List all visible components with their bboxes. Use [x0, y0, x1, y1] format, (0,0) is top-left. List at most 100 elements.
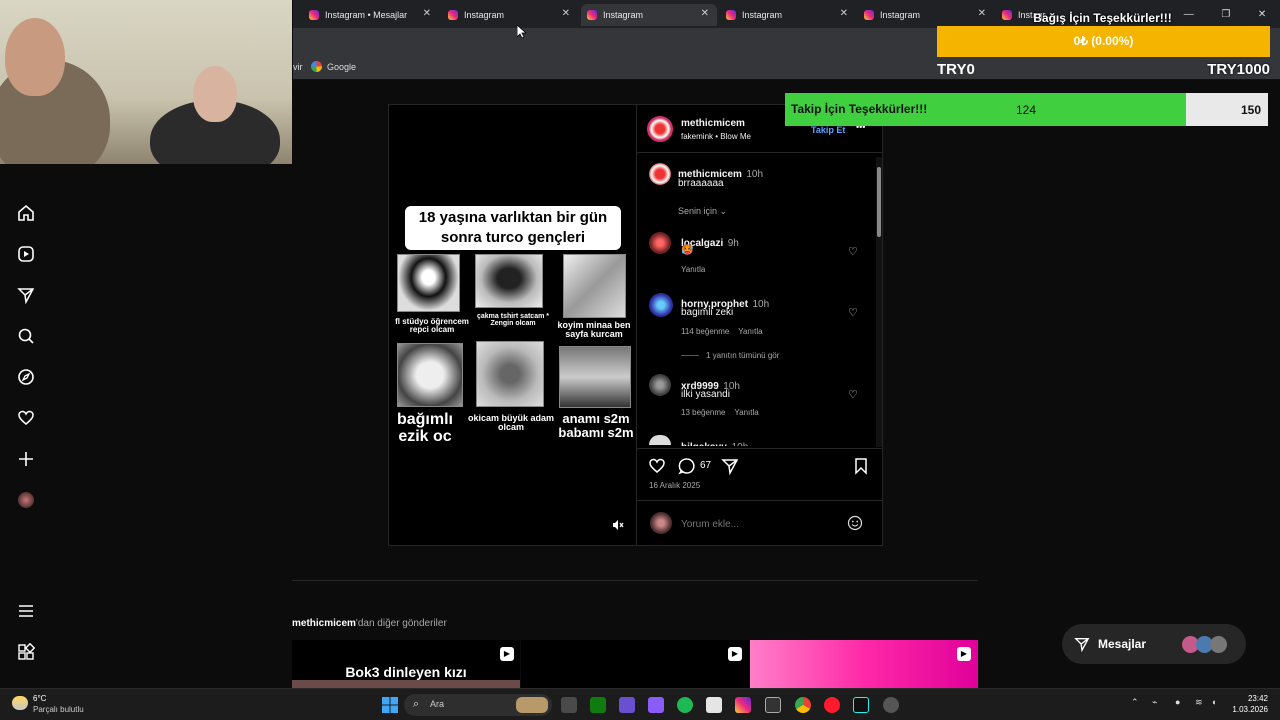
caption-avatar[interactable]	[649, 163, 671, 185]
m365-icon[interactable]	[619, 697, 635, 713]
close-tab-icon[interactable]: ✕	[423, 8, 431, 19]
emoji-icon[interactable]	[847, 515, 863, 536]
instagram-sidebar	[0, 164, 52, 688]
tab-instagram-4[interactable]: Instagram ✕	[720, 4, 856, 26]
comment-avatar[interactable]	[649, 435, 671, 445]
follow-button[interactable]: Takip Et	[811, 125, 845, 135]
comment-avatar[interactable]	[649, 374, 671, 396]
instagram-icon	[726, 10, 736, 20]
view-replies-button[interactable]: 1 yanıtın tümünü gör	[706, 351, 779, 360]
close-tab-icon[interactable]: ✕	[562, 8, 570, 19]
comment-avatar[interactable]	[649, 293, 673, 317]
likes-count[interactable]: 114 beğenme	[681, 327, 729, 336]
comment-heart-icon[interactable]: ♡	[848, 388, 860, 401]
tab-instagram-messages[interactable]: Instagram • Mesajlar ✕	[303, 4, 439, 26]
author-username[interactable]: methicmicem	[681, 118, 745, 129]
comment-username[interactable]: bilgekayu	[681, 442, 727, 446]
tab-instagram-active[interactable]: Instagram ✕	[581, 4, 717, 26]
task-view-icon[interactable]	[561, 697, 577, 713]
explore-icon[interactable]	[17, 368, 35, 386]
comment-avatar[interactable]	[649, 232, 671, 254]
instagram-app-icon[interactable]	[735, 697, 751, 713]
follow-current: 124	[1015, 103, 1037, 117]
mute-icon[interactable]	[610, 519, 626, 535]
tray-wifi-icon[interactable]: ≋	[1195, 697, 1203, 708]
post-thumbnail[interactable]: ▶ Bok3 dinleyen kızı	[292, 640, 520, 688]
header-divider	[637, 152, 883, 153]
create-icon[interactable]	[17, 450, 35, 468]
post-media[interactable]: 18 yaşına varlıktan bir gün sonra turco …	[389, 105, 636, 545]
close-tab-icon[interactable]: ✕	[840, 8, 848, 19]
tab-instagram-2[interactable]: Instagram ✕	[442, 4, 578, 26]
opera-icon[interactable]	[824, 697, 840, 713]
reply-button[interactable]: Yanıtla	[734, 408, 758, 417]
comment-icon[interactable]	[678, 457, 696, 480]
bookmark-google[interactable]: Google	[311, 61, 356, 72]
meme-caption-5: okicam büyük adam olcam	[467, 413, 555, 433]
close-tab-icon[interactable]: ✕	[701, 8, 709, 19]
start-icon[interactable]	[382, 697, 398, 718]
meme-image-2	[475, 254, 543, 308]
audio-artist: fakemink	[681, 132, 714, 141]
maximize-icon[interactable]: ❐	[1221, 9, 1230, 20]
reels-icon[interactable]	[17, 245, 35, 263]
author-avatar[interactable]	[647, 116, 673, 142]
post-thumbnail[interactable]: ▶	[750, 640, 978, 688]
webcam-overlay	[0, 0, 292, 164]
profile-avatar[interactable]	[17, 491, 35, 509]
weather-icon[interactable]	[12, 696, 28, 710]
tab-instagram-5[interactable]: Instagram ✕	[858, 4, 994, 26]
copilot-icon[interactable]	[648, 697, 664, 713]
comment-heart-icon[interactable]: ♡	[848, 245, 860, 258]
store-icon[interactable]	[706, 697, 722, 713]
chrome-icon[interactable]	[795, 697, 811, 713]
search-highlight-icon	[516, 697, 548, 713]
tray-volume-icon[interactable]: ◖	[1211, 697, 1216, 707]
share-icon[interactable]	[721, 457, 739, 480]
tray-network-icon[interactable]: ⌁	[1152, 697, 1157, 708]
taskbar-search[interactable]: ⌕ Ara	[404, 694, 552, 716]
caption-time: 10h	[746, 169, 764, 180]
meme-image-5	[476, 341, 544, 407]
tray-mic-icon[interactable]: ●	[1175, 697, 1180, 707]
menu-icon[interactable]	[17, 602, 35, 620]
scrollbar-thumb[interactable]	[877, 167, 881, 237]
comment-text: 🥵	[681, 245, 694, 256]
send-icon[interactable]	[17, 286, 35, 304]
apps-icon[interactable]	[17, 643, 35, 661]
meme-caption-6: anamı s2m babamı s2m	[558, 411, 634, 440]
comment-input[interactable]	[681, 517, 831, 531]
input-divider	[637, 500, 883, 501]
save-icon[interactable]	[853, 457, 869, 480]
reply-button[interactable]: Yanıtla	[681, 265, 705, 274]
reel-icon: ▶	[728, 647, 742, 661]
post-thumbnail[interactable]: ▶	[521, 640, 749, 688]
likes-count[interactable]: 13 beğenme	[681, 408, 725, 417]
donation-amount: 0₺ (0.00%)	[1073, 34, 1134, 48]
tiktok-icon[interactable]	[853, 697, 869, 713]
reply-button[interactable]: Yanıtla	[738, 327, 762, 336]
weather-temp[interactable]: 6°C	[33, 694, 46, 703]
comment-heart-icon[interactable]: ♡	[848, 306, 860, 319]
close-window-icon[interactable]: ✕	[1258, 9, 1266, 20]
audio-info[interactable]: fakemink • Blow Me	[681, 132, 751, 141]
search-icon[interactable]	[17, 327, 35, 345]
more-posts-user[interactable]: methicmicem	[292, 618, 356, 629]
for-you-dropdown[interactable]: Senin için ⌄	[678, 206, 727, 217]
capcut-icon[interactable]	[765, 697, 781, 713]
obs-icon[interactable]	[883, 697, 899, 713]
donation-title: Bağış İçin Teşekkürler!!!	[1033, 11, 1172, 25]
close-tab-icon[interactable]: ✕	[978, 8, 986, 19]
xbox-icon[interactable]	[590, 697, 606, 713]
weather-desc[interactable]: Parçalı bulutlu	[33, 705, 84, 714]
heart-icon[interactable]	[17, 409, 35, 427]
spotify-icon[interactable]	[677, 697, 693, 713]
google-icon	[311, 61, 322, 72]
bookmark-item[interactable]: vir	[293, 62, 303, 72]
clock-date[interactable]: 1.03.2026	[1226, 705, 1268, 714]
like-icon[interactable]	[648, 457, 666, 480]
clock-time[interactable]: 23:42	[1230, 694, 1268, 703]
home-icon[interactable]	[17, 204, 35, 222]
tray-chevron-icon[interactable]: ⌃	[1131, 697, 1139, 708]
messages-button[interactable]: Mesajlar	[1062, 624, 1246, 664]
